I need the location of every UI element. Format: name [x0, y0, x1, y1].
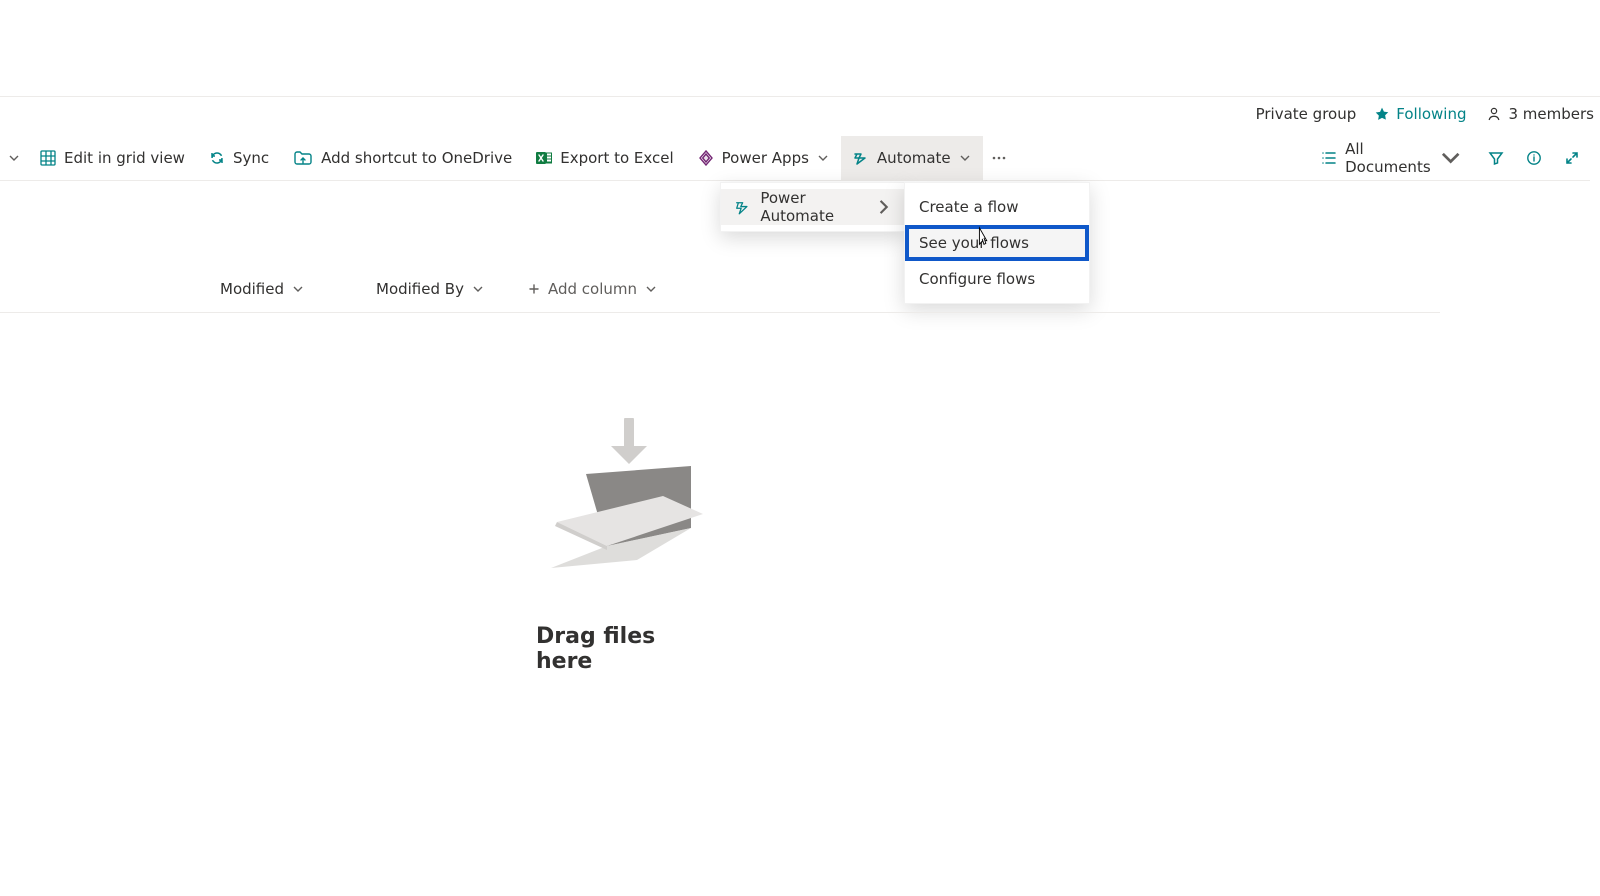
chevron-down-icon: [645, 283, 657, 295]
empty-folder-icon: [541, 418, 711, 578]
chevron-down-icon: [472, 283, 484, 295]
members-count-label: 3 members: [1509, 105, 1595, 123]
expand-icon: [1564, 150, 1580, 166]
add-column-label: Add column: [548, 280, 637, 298]
window-chrome-blank: [0, 0, 1600, 97]
plus-icon: [528, 283, 540, 295]
chevron-down-icon: [817, 152, 829, 164]
column-modified-label: Modified: [220, 280, 284, 298]
column-modified-by-label: Modified By: [376, 280, 464, 298]
column-modified-by[interactable]: Modified By: [376, 280, 484, 298]
empty-state: Drag files here: [536, 418, 716, 674]
view-selector[interactable]: All Documents: [1311, 136, 1472, 180]
add-shortcut-onedrive-button[interactable]: Add shortcut to OneDrive: [281, 136, 524, 180]
following-label: Following: [1396, 105, 1466, 123]
sync-icon: [209, 150, 225, 166]
add-shortcut-label: Add shortcut to OneDrive: [321, 149, 512, 167]
info-icon: [1526, 150, 1542, 166]
more-button[interactable]: [983, 136, 1015, 180]
site-info-bar: Private group Following 3 members: [1256, 98, 1594, 130]
chevron-right-icon: [876, 198, 891, 216]
truncated-cmd-left[interactable]: [0, 136, 28, 180]
automate-flyout: Power Automate: [720, 182, 906, 232]
automate-icon: [853, 150, 869, 166]
folder-shortcut-icon: [293, 148, 313, 168]
filter-icon: [1488, 150, 1504, 166]
column-modified[interactable]: Modified: [220, 280, 304, 298]
members-button[interactable]: 3 members: [1485, 105, 1595, 123]
empty-state-caption: Drag files here: [536, 624, 716, 674]
automate-label: Automate: [877, 149, 951, 167]
view-selector-label: All Documents: [1345, 140, 1431, 176]
power-apps-icon: [698, 150, 714, 166]
excel-icon: [536, 150, 552, 166]
command-bar: Edit in grid view Sync Add shortcut to O…: [0, 136, 1590, 181]
chevron-down-icon: [959, 152, 971, 164]
sync-button[interactable]: Sync: [197, 136, 281, 180]
sync-label: Sync: [233, 149, 269, 167]
info-button[interactable]: [1520, 136, 1548, 180]
list-column-headers: Modified Modified By Add column: [0, 266, 1440, 313]
following-toggle[interactable]: Following: [1374, 105, 1466, 123]
edit-in-grid-view-label: Edit in grid view: [64, 149, 185, 167]
group-type-label: Private group: [1256, 105, 1357, 123]
power-automate-menu-label: Power Automate: [760, 189, 865, 225]
people-icon: [1485, 105, 1503, 123]
see-your-flows-label: See your flows: [919, 234, 1029, 252]
filter-button[interactable]: [1482, 136, 1510, 180]
chevron-down-icon: [1439, 146, 1462, 169]
export-excel-label: Export to Excel: [560, 149, 673, 167]
create-a-flow-label: Create a flow: [919, 198, 1018, 216]
more-horizontal-icon: [991, 150, 1007, 166]
create-a-flow-item[interactable]: Create a flow: [905, 189, 1089, 225]
power-apps-button[interactable]: Power Apps: [686, 136, 841, 180]
power-automate-menu-item[interactable]: Power Automate: [721, 189, 905, 225]
list-view-icon: [1321, 150, 1337, 166]
grid-icon: [40, 150, 56, 166]
see-your-flows-item[interactable]: See your flows: [905, 225, 1089, 261]
chevron-down-icon: [8, 152, 20, 164]
star-filled-icon: [1374, 106, 1390, 122]
automate-button[interactable]: Automate: [841, 136, 983, 180]
edit-in-grid-view-button[interactable]: Edit in grid view: [28, 136, 197, 180]
export-excel-button[interactable]: Export to Excel: [524, 136, 685, 180]
chevron-down-icon: [292, 283, 304, 295]
add-column-button[interactable]: Add column: [528, 280, 657, 298]
fullscreen-button[interactable]: [1558, 136, 1586, 180]
power-apps-label: Power Apps: [722, 149, 809, 167]
power-automate-icon: [735, 198, 750, 216]
